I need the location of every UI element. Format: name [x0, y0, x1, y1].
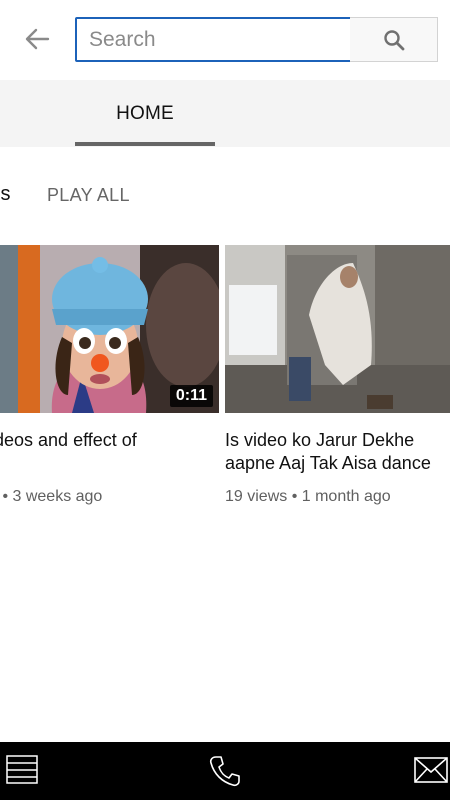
tab-home[interactable]: HOME [75, 80, 215, 147]
back-button[interactable] [20, 22, 54, 56]
video-title[interactable]: ideos and effect of [0, 429, 219, 452]
phone-button[interactable] [208, 754, 242, 793]
video-meta: s • 3 weeks ago [0, 488, 103, 505]
shelf-title: ls [0, 183, 11, 205]
video-card[interactable]: Is video ko Jarur Dekhe aapne Aaj Tak Ai… [225, 245, 450, 505]
search-button[interactable] [350, 17, 438, 62]
hamburger-menu-icon [6, 755, 38, 784]
video-meta: 19 views • 1 month ago [225, 488, 391, 505]
play-all-button[interactable]: PLAY ALL [47, 185, 130, 206]
envelope-icon [414, 757, 448, 783]
top-search-bar [0, 0, 450, 80]
video-thumbnail[interactable]: 0:11 [0, 245, 219, 413]
bottom-navigation-bar [0, 742, 450, 800]
video-thumbnail[interactable] [225, 245, 450, 413]
phone-icon [209, 756, 240, 787]
tab-home-label: HOME [116, 102, 174, 124]
mail-button[interactable] [414, 754, 448, 791]
tab-home-active-indicator [75, 142, 215, 146]
menu-button[interactable] [6, 754, 38, 791]
magnifier-icon [383, 29, 404, 50]
arrow-left-icon [25, 28, 50, 50]
video-title[interactable]: Is video ko Jarur Dekhe aapne Aaj Tak Ai… [225, 429, 450, 475]
video-card[interactable]: 0:11 ideos and effect of s • 3 weeks ago [0, 245, 219, 505]
search-input[interactable] [75, 17, 352, 62]
video-thumbnail-image [225, 245, 450, 413]
channel-tab-strip: HOME [0, 80, 450, 147]
video-duration-badge: 0:11 [169, 385, 213, 407]
